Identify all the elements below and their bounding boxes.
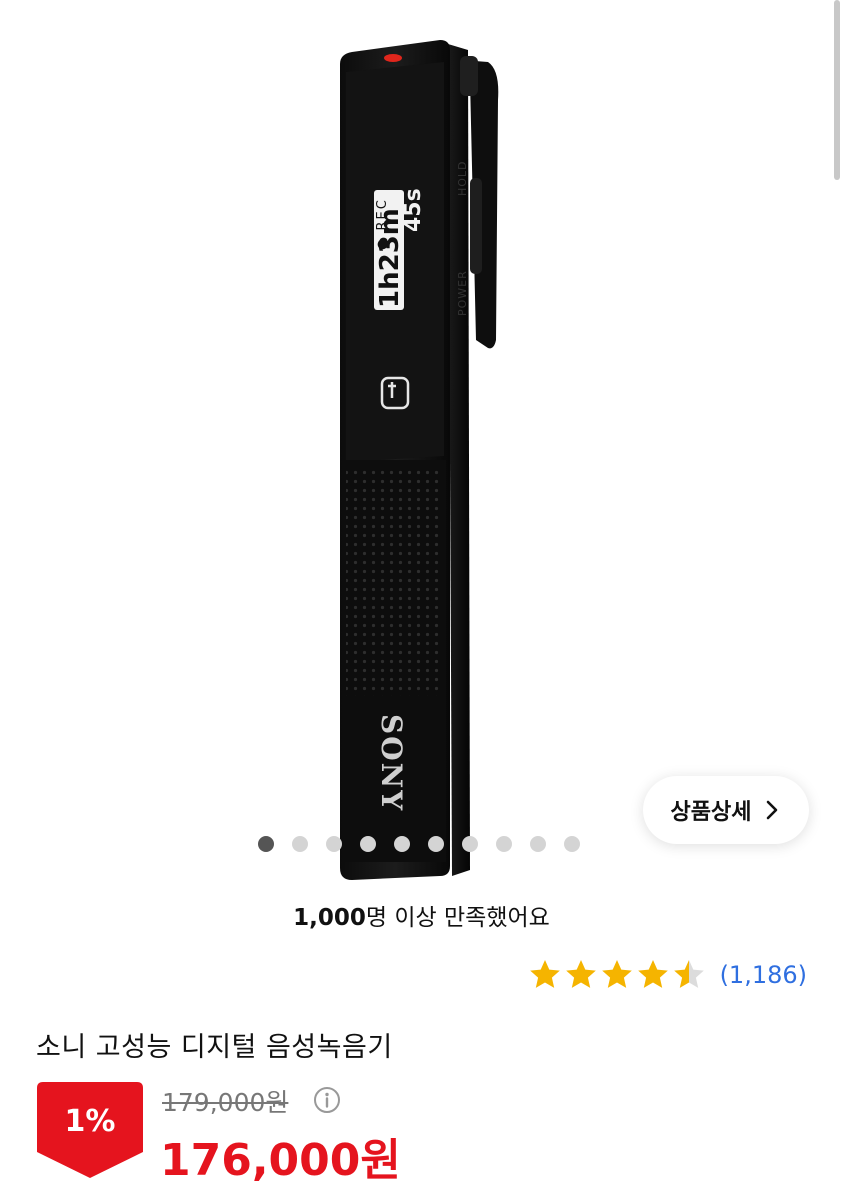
star-icon	[673, 960, 704, 988]
svg-text:SONY: SONY	[375, 714, 408, 812]
product-detail-label: 상품상세	[670, 800, 752, 825]
carousel-dot[interactable]	[360, 836, 376, 852]
carousel-dot[interactable]	[292, 836, 308, 852]
svg-text:45s: 45s	[401, 188, 426, 232]
carousel-dot[interactable]	[428, 836, 444, 852]
star-icon	[529, 960, 560, 988]
product-title: 소니 고성능 디지털 음성녹음기	[36, 1032, 393, 1063]
product-image[interactable]: 1h23m 45s ● REC HOLD POWER SONY	[0, 0, 843, 880]
svg-text:● REC: ● REC	[375, 198, 390, 250]
star-icon	[637, 960, 668, 988]
product-detail-button[interactable]: 상품상세	[643, 776, 809, 844]
carousel-dot[interactable]	[530, 836, 546, 852]
carousel-dot[interactable]	[326, 836, 342, 852]
svg-text:HOLD: HOLD	[456, 160, 469, 196]
carousel-dot[interactable]	[496, 836, 512, 852]
star-icon	[601, 960, 632, 988]
original-price: 179,000원	[162, 1088, 289, 1117]
discount-badge: 1%	[35, 1080, 145, 1180]
satisfaction-text: 1,000명 이상 만족했어요	[0, 898, 843, 932]
carousel-dot[interactable]	[462, 836, 478, 852]
info-icon[interactable]	[313, 1086, 341, 1114]
sale-price: 176,000원	[160, 1135, 401, 1186]
rating[interactable]: (1,186)	[528, 958, 807, 992]
carousel-dot[interactable]	[394, 836, 410, 852]
star-rating	[528, 958, 706, 992]
chevron-right-icon	[767, 800, 778, 820]
satisfaction-count: 1,000	[293, 905, 366, 931]
review-count-link[interactable]: (1,186)	[720, 961, 807, 989]
carousel-dot[interactable]	[564, 836, 580, 852]
svg-text:POWER: POWER	[456, 270, 469, 316]
discount-rate: 1%	[64, 1104, 116, 1139]
satisfaction-label: 명 이상 만족했어요	[365, 905, 550, 931]
carousel-dot[interactable]	[258, 836, 274, 852]
carousel-pagination	[258, 836, 580, 852]
star-icon	[565, 960, 596, 988]
